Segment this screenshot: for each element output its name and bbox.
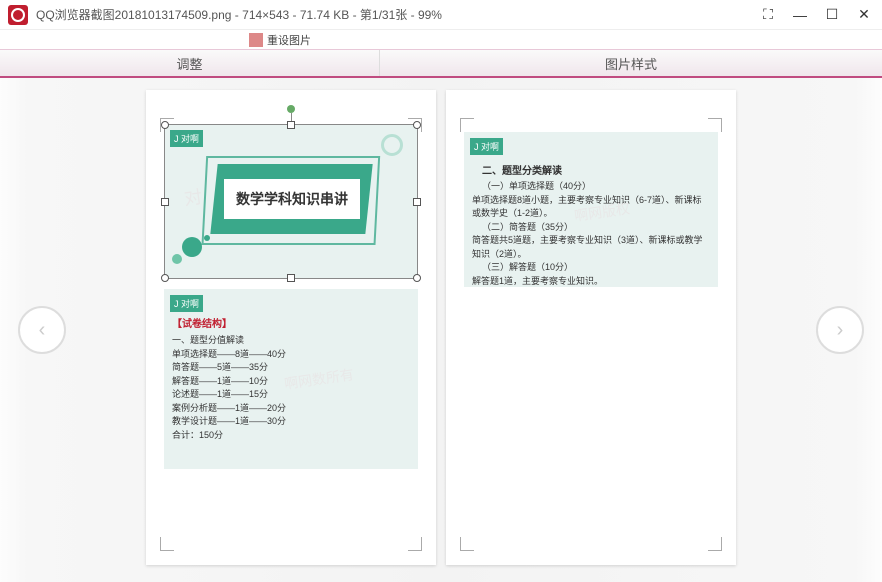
slide-2: J 对啊 【试卷结构】 一、题型分值解读 单项选择题——8道——40分 简答题—… [164,289,418,469]
slide-logo: J 对啊 [470,138,503,155]
subheading-text: （二）简答题（35分） [472,221,710,235]
chevron-left-icon: ‹ [39,319,46,342]
content-text: 单项选择题8道小题，主要考察专业知识（6-7道）、新课标或数学史（1-2道）。 [472,194,710,221]
corner-marker [708,118,722,132]
fullscreen-icon[interactable]: ⛶ [758,6,778,23]
section-title: 【试卷结构】 [172,315,410,330]
ribbon-toolbar: 重设图片 [0,30,882,50]
content-area: ‹ › J 对啊 数学学科知识串讲 对 [0,78,882,582]
titlebar: QQ浏览器截图20181013174509.png - 714×543 - 71… [0,0,882,30]
content-line: 解答题——1道——10分 [172,375,410,389]
slide-logo: J 对啊 [170,130,203,147]
app-icon [8,5,28,25]
slide-logo: J 对啊 [170,295,203,312]
chevron-right-icon: › [837,319,844,342]
slide-1[interactable]: J 对啊 数学学科知识串讲 对 [164,124,418,279]
decoration-circle [172,254,182,264]
subheading-text: （三）解答题（10分） [472,261,710,275]
tabs-row: 调整 图片样式 [0,50,882,78]
window-controls: ⛶ — ☐ ✕ [758,6,874,23]
slide-3: J 对啊 二、题型分类解读 （一）单项选择题（40分） 单项选择题8道小题，主要… [464,132,718,287]
corner-marker [408,537,422,551]
window-title: QQ浏览器截图20181013174509.png - 714×543 - 71… [36,6,442,23]
slide-title-shape: 数学学科知识串讲 [210,164,372,234]
heading-text: 二、题型分类解读 [472,162,710,177]
content-line: 案例分析题——1道——20分 [172,402,410,416]
content-line: 单项选择题——8道——40分 [172,348,410,362]
tab-image-style[interactable]: 图片样式 [380,50,882,76]
content-text: 简答题共5道题，主要考察专业知识（3道）、新课标或教学知识（2道）。 [472,234,710,261]
corner-marker [708,537,722,551]
corner-marker [460,537,474,551]
tab-adjust[interactable]: 调整 [0,50,380,76]
page-2: J 对啊 二、题型分类解读 （一）单项选择题（40分） 单项选择题8道小题，主要… [446,90,736,565]
decoration-circle [381,134,403,156]
heading-text: 一、题型分值解读 [172,334,410,348]
content-line: 论述题——1道——15分 [172,388,410,402]
page-1: J 对啊 数学学科知识串讲 对 J 对啊 【试卷结 [146,90,436,565]
close-button[interactable]: ✕ [854,6,874,23]
corner-marker [460,118,474,132]
corner-marker [160,537,174,551]
content-line: 简答题——5道——35分 [172,361,410,375]
reset-image-button[interactable]: 重设图片 [241,30,319,49]
minimize-button[interactable]: — [790,7,810,23]
content-line: 合计：150分 [172,429,410,443]
maximize-button[interactable]: ☐ [822,6,842,23]
slide-title: 数学学科知识串讲 [224,179,360,219]
prev-button[interactable]: ‹ [18,306,66,354]
decoration-circle [204,235,210,241]
content-line: 教学设计题——1道——30分 [172,415,410,429]
next-button[interactable]: › [816,306,864,354]
decoration-circle [182,237,202,257]
subheading-text: （一）单项选择题（40分） [472,180,710,194]
content-text: 解答题1道，主要考察专业知识。 [472,275,710,288]
watermark: 对 [182,183,203,211]
reset-image-icon [249,33,263,47]
